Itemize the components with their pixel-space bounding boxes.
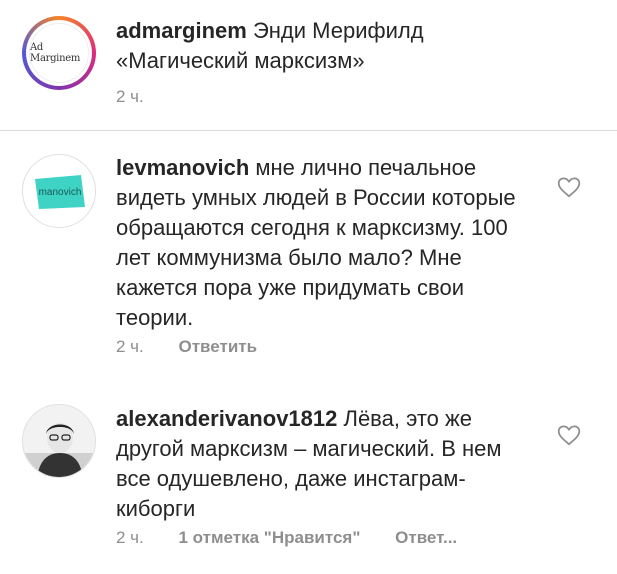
comment-text: levmanovich мне лично печальное видеть у… [116, 153, 516, 333]
comment-username[interactable]: alexanderivanov1812 [116, 406, 337, 431]
caption-time: 2 ч. [116, 87, 144, 106]
caption-username[interactable]: admarginem [116, 18, 247, 43]
comment-meta: 2 ч. Ответить [116, 337, 287, 357]
caption-meta: 2 ч. [116, 87, 174, 107]
comment-meta: 2 ч. 1 отметка "Нравится" Ответ... [116, 528, 487, 548]
caption-text: admarginem Энди Мерифилд «Магический мар… [116, 16, 516, 76]
comment-text: alexanderivanov1812 Лёва, это же другой … [116, 404, 516, 524]
portrait-photo-icon [23, 405, 95, 477]
heart-outline-icon[interactable] [556, 174, 582, 200]
heart-outline-icon[interactable] [556, 422, 582, 448]
admarginem-avatar[interactable]: Ad Marginem [22, 16, 96, 90]
post-caption: Ad Marginem admarginem Энди Мерифилд «Ма… [0, 0, 617, 130]
divider [0, 130, 617, 131]
comment-body: мне лично печальное видеть умных людей в… [116, 155, 516, 330]
manovich-logo-text: manovich [39, 187, 82, 198]
comment-username[interactable]: levmanovich [116, 155, 249, 180]
levmanovich-avatar[interactable]: manovich [22, 154, 96, 228]
comment-time: 2 ч. [116, 528, 144, 547]
reply-button[interactable]: Ответ... [395, 528, 457, 547]
admarginem-logo: Ad Marginem [29, 23, 89, 83]
alexanderivanov-avatar[interactable] [22, 404, 96, 478]
reply-button[interactable]: Ответить [179, 337, 258, 356]
manovich-logo-icon: manovich [35, 175, 85, 209]
likes-count-link[interactable]: 1 отметка "Нравится" [179, 528, 361, 547]
comment-time: 2 ч. [116, 337, 144, 356]
